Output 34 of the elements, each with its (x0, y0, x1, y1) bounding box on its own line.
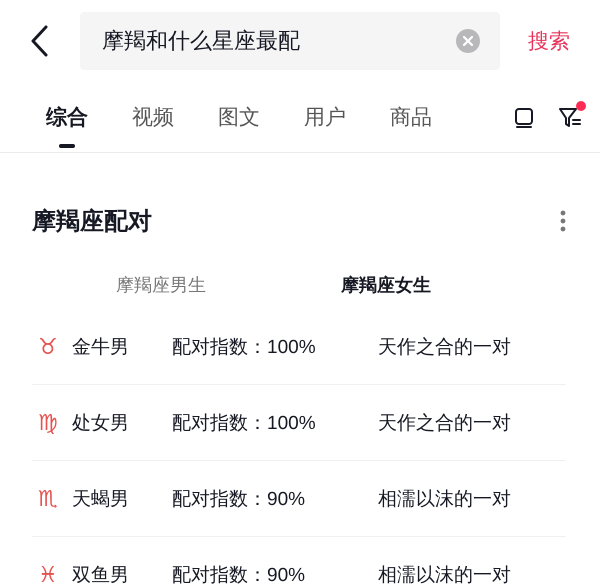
search-field[interactable]: 摩羯和什么星座最配 (80, 12, 500, 70)
sign-name: 双鱼男 (72, 564, 130, 587)
sign-name: 金牛男 (72, 336, 130, 360)
match-verdict: 相濡以沫的一对 (378, 564, 511, 587)
zodiac-sign: ♏ (37, 486, 59, 512)
cast-button[interactable] (514, 105, 534, 129)
zodiac-sign: ♉ (37, 334, 59, 360)
match-score: 配对指数：100% (172, 412, 317, 436)
more-icon (560, 210, 566, 232)
search-button[interactable]: 搜索 (528, 27, 570, 55)
tab[interactable]: 图文 (218, 82, 260, 152)
match-verdict: 天作之合的一对 (378, 412, 511, 436)
filter-icon (558, 105, 582, 129)
match-verdict: 相濡以沫的一对 (378, 488, 511, 512)
column-tab[interactable]: 摩羯座男生 (116, 273, 341, 297)
more-button[interactable] (560, 210, 566, 232)
card-title: 摩羯座配对 (32, 207, 152, 237)
tab[interactable]: 用户 (304, 82, 346, 152)
screen-icon (514, 105, 534, 129)
tab[interactable]: 视频 (132, 82, 174, 152)
sign-name: 处女男 (72, 412, 130, 436)
zodiac-sign: ♍ (37, 410, 59, 436)
sign-name: 天蝎男 (72, 488, 130, 512)
tab[interactable]: 商品 (390, 82, 432, 152)
search-input[interactable]: 摩羯和什么星座最配 (100, 27, 456, 55)
match-score: 配对指数：90% (172, 488, 306, 512)
close-icon (463, 36, 473, 46)
match-verdict: 天作之合的一对 (378, 336, 511, 360)
tab[interactable]: 综合 (46, 82, 88, 152)
back-icon (30, 25, 48, 57)
zodiac-sign: ♓ (37, 562, 59, 587)
column-tab[interactable]: 摩羯座女生 (341, 273, 566, 297)
match-score: 配对指数：100% (172, 336, 317, 360)
match-score: 配对指数：90% (172, 564, 306, 587)
